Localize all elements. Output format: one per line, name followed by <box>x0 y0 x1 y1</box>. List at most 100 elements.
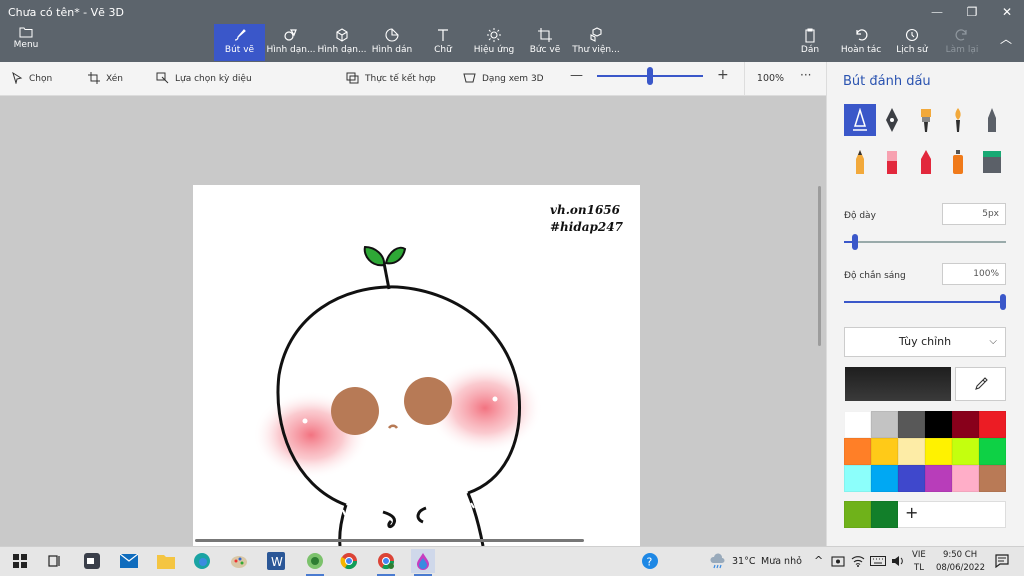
task-view-button[interactable] <box>43 549 67 573</box>
tool-effects[interactable]: Hiệu ứng <box>470 24 518 61</box>
current-color-preview[interactable] <box>845 367 951 401</box>
tool-canvas[interactable]: Bức vẽ <box>522 24 568 61</box>
library-icon <box>590 27 602 42</box>
color-swatch[interactable] <box>979 438 1006 465</box>
custom-color-swatch[interactable] <box>844 501 871 528</box>
taskbar-app-chrome[interactable] <box>337 549 361 573</box>
zoom-percentage[interactable]: 100% <box>744 62 796 96</box>
add-color-button[interactable]: + <box>905 503 918 522</box>
brush-calligraphy[interactable] <box>876 104 908 136</box>
eyedropper-button[interactable] <box>955 367 1006 401</box>
help-icon-button[interactable]: ? <box>638 549 662 573</box>
thickness-input[interactable]: 5px <box>942 203 1006 225</box>
redo-button[interactable]: Làm lại <box>944 24 980 61</box>
color-swatch[interactable] <box>898 411 925 438</box>
color-swatch[interactable] <box>844 465 871 492</box>
vertical-scrollbar[interactable] <box>818 186 821 346</box>
start-button[interactable] <box>8 549 32 573</box>
color-swatch[interactable] <box>952 438 979 465</box>
brush-pixel-pen[interactable] <box>976 104 1008 136</box>
notifications-button[interactable] <box>990 549 1014 573</box>
color-swatch[interactable] <box>925 465 952 492</box>
color-swatch[interactable] <box>979 465 1006 492</box>
brush-fill[interactable] <box>976 146 1008 178</box>
taskbar-app-chrome-profile[interactable] <box>374 549 398 576</box>
mouth <box>387 424 399 429</box>
color-swatch[interactable] <box>952 465 979 492</box>
crop-button[interactable]: Xén <box>88 72 123 84</box>
taskbar-app-edge[interactable] <box>190 549 214 573</box>
input-method[interactable]: TL <box>914 563 924 573</box>
color-swatch[interactable] <box>844 438 871 465</box>
taskbar-app-word[interactable]: W <box>264 549 288 573</box>
tool-stickers[interactable]: Hình dán <box>368 24 416 61</box>
tool-text[interactable]: Chữ <box>420 24 466 61</box>
color-swatch[interactable] <box>925 438 952 465</box>
weather-widget[interactable] <box>706 549 730 573</box>
zoom-in-button[interactable]: + <box>717 67 729 83</box>
taskbar-app-mail[interactable] <box>117 549 141 573</box>
brush-pencil[interactable] <box>844 146 876 178</box>
close-button[interactable]: ✕ <box>990 2 1024 22</box>
color-swatch[interactable] <box>844 411 871 438</box>
minimize-button[interactable]: — <box>920 2 954 22</box>
input-language[interactable]: VIE <box>912 550 926 560</box>
brush-watercolor[interactable] <box>942 104 974 136</box>
color-swatch[interactable] <box>871 411 898 438</box>
taskbar-app-coccoc[interactable] <box>303 549 327 576</box>
clock-time[interactable]: 9:50 CH <box>943 550 977 560</box>
brush-crayon[interactable] <box>910 146 942 178</box>
maximize-button[interactable]: ❐ <box>955 2 989 22</box>
taskbar-app-paint-3d[interactable] <box>411 549 435 576</box>
brush-oil[interactable] <box>910 104 942 136</box>
tool-2d-shapes[interactable]: Hình dạn... <box>266 24 316 61</box>
history-button[interactable]: Lịch sử <box>894 24 930 61</box>
taskbar-app-file-explorer[interactable] <box>154 549 178 573</box>
volume-icon-button[interactable] <box>886 549 910 573</box>
brush-spray[interactable] <box>942 146 974 178</box>
select-button[interactable]: Chọn <box>12 71 52 85</box>
color-swatch[interactable] <box>979 411 1006 438</box>
sprout-stem <box>382 262 391 290</box>
custom-color-swatch[interactable] <box>871 501 898 528</box>
color-swatch[interactable] <box>871 438 898 465</box>
finish-dropdown[interactable]: Tùy chỉnh ⌵ <box>844 327 1006 357</box>
taskbar-app-zoom[interactable] <box>80 549 104 573</box>
undo-button[interactable]: Hoàn tác <box>840 24 882 61</box>
paste-button[interactable]: Dán <box>796 24 824 61</box>
weather-description[interactable]: Mưa nhỏ <box>761 556 802 567</box>
color-swatch[interactable] <box>871 465 898 492</box>
tool-3d-shapes[interactable]: Hình dạn... <box>317 24 367 61</box>
tool-label: Bút vẽ <box>224 45 255 55</box>
mixed-reality-button[interactable]: Thực tế kết hợp <box>346 72 436 84</box>
watercolor-icon <box>955 108 961 132</box>
taskbar-app-paint[interactable] <box>227 549 251 573</box>
menu-button[interactable]: Menu <box>6 26 46 58</box>
drawing-canvas[interactable]: vh.on1656 #h​idap247 <box>193 185 640 546</box>
horizontal-scrollbar[interactable] <box>195 539 584 542</box>
color-swatch[interactable] <box>898 465 925 492</box>
more-options-button[interactable]: ··· <box>800 68 811 82</box>
opacity-slider-thumb[interactable] <box>1000 294 1006 310</box>
brush-eraser[interactable] <box>876 146 908 178</box>
paint-palette-icon <box>231 556 247 568</box>
zoom-slider-thumb[interactable] <box>647 67 653 85</box>
thickness-slider-track[interactable] <box>844 241 1006 243</box>
tool-brushes[interactable]: Bút vẽ <box>214 24 265 61</box>
zoom-out-button[interactable]: — <box>570 68 583 83</box>
top-ribbon: Chưa có tên* - Vẽ 3D — ❐ ✕ Menu Bút vẽ H… <box>0 0 1024 62</box>
color-swatch[interactable] <box>898 438 925 465</box>
thickness-slider-thumb[interactable] <box>852 234 859 250</box>
brush-marker[interactable] <box>844 104 876 136</box>
history-icon <box>905 28 919 42</box>
tool-3d-library[interactable]: Thư viện... <box>572 24 620 61</box>
color-swatch[interactable] <box>952 411 979 438</box>
opacity-input[interactable]: 100% <box>942 263 1006 285</box>
eraser-icon <box>887 151 897 174</box>
color-swatch[interactable] <box>925 411 952 438</box>
magic-select-button[interactable]: Lựa chọn kỳ diệu <box>156 72 252 84</box>
view-3d-button[interactable]: Dạng xem 3D <box>463 72 544 84</box>
clock-date[interactable]: 08/06/2022 <box>936 563 985 573</box>
chevron-up-icon[interactable]: ^ <box>814 554 823 567</box>
weather-temperature[interactable]: 31°C <box>732 556 755 567</box>
